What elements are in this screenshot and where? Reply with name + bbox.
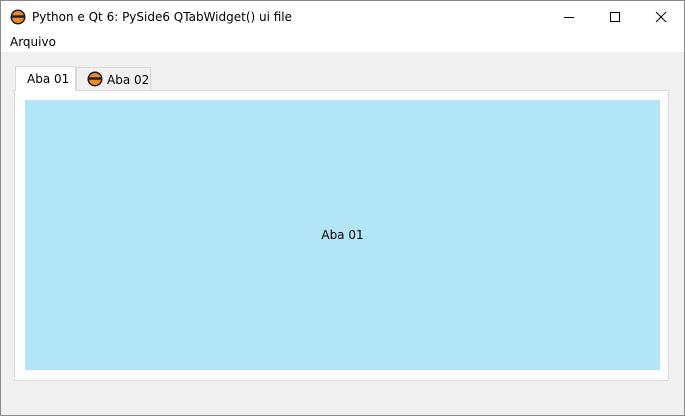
main-window: Python e Qt 6: PySide6 QTabWidget() ui f… (0, 0, 685, 416)
tab-label: Aba 01 (27, 72, 70, 86)
tab-label: Aba 02 (107, 73, 150, 87)
title-bar[interactable]: Python e Qt 6: PySide6 QTabWidget() ui f… (1, 1, 684, 32)
window-title: Python e Qt 6: PySide6 QTabWidget() ui f… (32, 10, 293, 24)
python-app-icon (10, 9, 26, 25)
minimize-button[interactable] (546, 1, 592, 32)
content-label: Aba 01 (25, 100, 660, 370)
menu-bar: Arquivo (1, 32, 684, 52)
minimize-icon (564, 16, 574, 18)
tab-aba-01[interactable]: Aba 01 (15, 66, 76, 91)
close-button[interactable] (638, 1, 684, 32)
tab-pane: Aba 01 (14, 90, 669, 381)
python-tab-icon (87, 71, 103, 87)
maximize-button[interactable] (592, 1, 638, 32)
maximize-icon (610, 11, 620, 22)
tab-aba-02[interactable]: Aba 02 (76, 67, 151, 90)
close-icon (655, 11, 667, 22)
menu-arquivo[interactable]: Arquivo (3, 32, 63, 52)
